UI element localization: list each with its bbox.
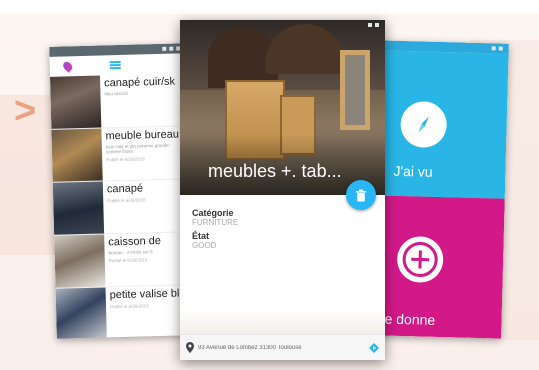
item-date: Publié le 6/29/2016 — [106, 156, 145, 163]
item-date: Publié le 6/29/2016 — [107, 197, 146, 204]
chevron-right-icon: > — [14, 90, 37, 132]
status-icon — [491, 46, 496, 51]
item-list: canapé cuir/sk bleu accord meuble bureau… — [49, 73, 194, 339]
item-date: Publié le 6/29/2016 — [108, 257, 148, 264]
compass-icon — [400, 100, 448, 149]
seen-label: J'ai vu — [393, 162, 433, 180]
phone-detail-screen: meubles +. tab... Catégorie FURNITURE Ét… — [180, 20, 385, 360]
plus-circle-icon — [396, 235, 444, 284]
list-item[interactable]: meuble bureau bois clair et pin prêtemo … — [51, 126, 190, 183]
give-panel[interactable]: Je donne — [371, 195, 505, 339]
status-icon — [375, 23, 379, 27]
item-date: Publié le 6/29/2016 — [109, 303, 149, 310]
status-bar — [180, 20, 385, 30]
pin-logo-icon — [61, 60, 75, 73]
item-thumbnail — [49, 75, 102, 129]
item-description: bois clair et pin prêtemo grande · sorti… — [105, 142, 172, 155]
hamburger-icon[interactable] — [109, 60, 121, 70]
status-icon — [368, 23, 372, 27]
map-fade — [180, 310, 385, 334]
state-value: GOOD — [192, 241, 217, 250]
give-label: Je donne — [377, 310, 436, 328]
item-title: petite valise bleue — [109, 287, 191, 302]
list-item[interactable]: petite valise bleue Publié le 6/29/2016 — [55, 285, 194, 339]
status-icon — [169, 46, 174, 51]
item-thumbnail — [54, 234, 106, 288]
item-title: meubles +. tab... — [208, 161, 342, 181]
item-title: canapé cuir/sk — [104, 75, 176, 90]
phone-choice-screen: J'ai vu Je donne — [371, 40, 509, 339]
item-details: Catégorie FURNITURE État GOOD — [192, 208, 238, 254]
list-item[interactable]: caisson de bureau · 3 tiroirs sur 8 Publ… — [54, 232, 193, 289]
delete-button[interactable] — [346, 180, 376, 210]
status-icon — [498, 46, 503, 51]
item-thumbnail — [52, 181, 105, 235]
directions-icon[interactable] — [369, 342, 379, 353]
trash-icon — [356, 189, 366, 201]
address-bar[interactable]: 93 Avenue de Lombez 31300 Toulouse — [180, 334, 385, 360]
category-value: FURNITURE — [192, 218, 239, 227]
item-photo: meubles +. tab... — [180, 20, 385, 195]
item-thumbnail — [51, 128, 103, 182]
location-pin-icon — [186, 342, 194, 353]
phone-list-screen: canapé cuir/sk bleu accord meuble bureau… — [49, 43, 194, 339]
seen-panel[interactable]: J'ai vu — [374, 50, 509, 199]
list-item[interactable]: canapé cuir/sk bleu accord — [49, 73, 189, 130]
item-title: canapé — [106, 182, 144, 196]
item-date — [105, 97, 186, 99]
item-description: bureau · 3 tiroirs sur 8 — [108, 249, 153, 256]
item-description: bleu accord — [104, 90, 128, 97]
status-icon — [162, 46, 167, 51]
category-label: Catégorie — [192, 208, 234, 218]
item-title: meuble bureau — [105, 128, 180, 143]
item-title: caisson de — [108, 234, 162, 249]
state-label: État — [192, 231, 210, 241]
address-text: 93 Avenue de Lombez 31300 Toulouse — [198, 344, 302, 351]
list-item[interactable]: canapé Publié le 6/29/2016 — [52, 179, 192, 236]
item-thumbnail — [55, 287, 107, 339]
